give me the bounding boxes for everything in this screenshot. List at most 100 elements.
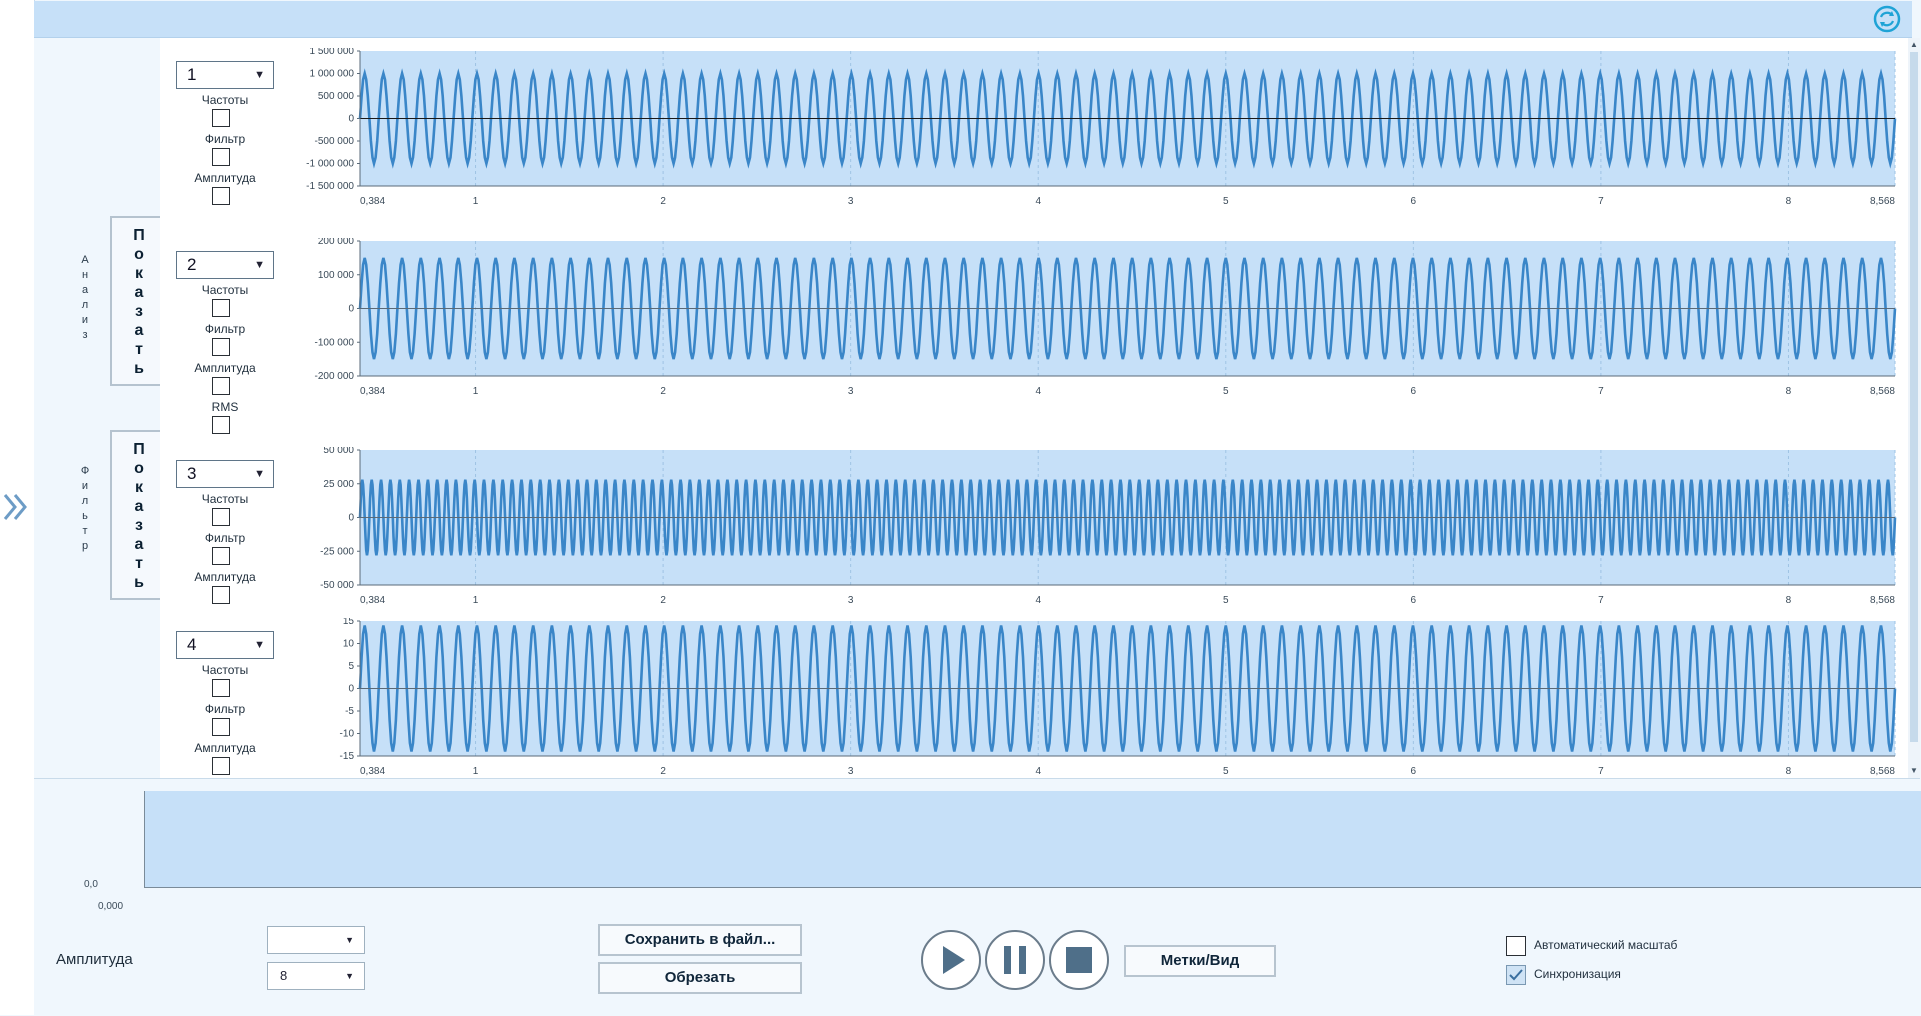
y-tick-label: 5: [348, 661, 354, 672]
x-tick-label: 2: [660, 196, 666, 207]
checkmark-icon: [1509, 969, 1523, 981]
y-tick-label: -500 000: [315, 136, 355, 147]
x-tick-label: 5: [1223, 196, 1229, 207]
auto-scale-label: Автоматический масштаб: [1534, 938, 1678, 952]
channel-chart-4[interactable]: 0,384 1 2 3 4 5 6 7 8 8,568 15 10 5 0 -5 -10 -15: [160, 618, 1908, 778]
double-chevron-right-icon[interactable]: [2, 492, 30, 522]
channel-chart-1[interactable]: 0,384 1 2 3 4 5 6 7 8 8,568 1 500 000 1 000 000 500 …: [160, 48, 1908, 218]
amplitude-dropdown-1[interactable]: ▼: [267, 926, 365, 954]
y-tick-label: 15: [343, 618, 355, 627]
x-tick-label: 6: [1411, 766, 1417, 777]
y-tick-label: -200 000: [315, 371, 355, 382]
x-tick-label: 4: [1035, 386, 1041, 397]
sync-checkbox[interactable]: [1506, 965, 1526, 985]
save-to-file-button[interactable]: Сохранить в файл...: [598, 924, 802, 956]
x-tick-label: 0,384: [360, 766, 385, 777]
x-tick-label: 5: [1223, 386, 1229, 397]
x-tick-label: 3: [848, 386, 854, 397]
x-tick-label: 1: [473, 196, 479, 207]
x-tick-label: 3: [848, 595, 854, 606]
x-tick-label: 2: [660, 766, 666, 777]
y-tick-label: -1 500 000: [306, 181, 354, 192]
y-tick-label: 1 000 000: [310, 69, 355, 80]
y-tick-label: 200 000: [318, 238, 355, 247]
x-tick-label: 8: [1786, 196, 1792, 207]
x-tick-label: 8: [1786, 595, 1792, 606]
y-tick-label: -10: [340, 729, 355, 740]
trim-button[interactable]: Обрезать: [598, 962, 802, 994]
y-tick-label: 25 000: [323, 479, 354, 490]
y-tick-label: -15: [340, 751, 355, 762]
filter-label: Фильтр: [80, 465, 90, 552]
x-tick-label: 7: [1598, 196, 1604, 207]
y-tick-label: 0: [348, 684, 354, 695]
stop-button[interactable]: [1049, 930, 1109, 990]
x-tick-label: 2: [660, 386, 666, 397]
x-tick-label: 8: [1786, 766, 1792, 777]
vertical-scrollbar[interactable]: ▲ ▼: [1908, 38, 1920, 778]
scroll-thumb[interactable]: [1910, 52, 1918, 742]
x-tick-label: 5: [1223, 766, 1229, 777]
pause-icon: [1004, 946, 1026, 974]
y-tick-label: 0: [348, 304, 354, 315]
x-tick-label: 7: [1598, 386, 1604, 397]
overview-plot[interactable]: [144, 791, 1921, 888]
x-tick-label: 3: [848, 196, 854, 207]
amplitude-label: Амплитуда: [56, 951, 133, 968]
stop-icon: [1066, 947, 1092, 973]
scroll-up-icon[interactable]: ▲: [1908, 40, 1920, 50]
bottom-panel: 0,0 0,000 Амплитуда ▼ 8 ▼ Сохранить в фа…: [34, 778, 1921, 1016]
y-tick-label: -1 000 000: [306, 159, 354, 170]
x-tick-label: 0,384: [360, 595, 385, 606]
overview-y-tick: 0,0: [84, 879, 98, 890]
x-tick-label: 1: [473, 595, 479, 606]
x-tick-label: 8: [1786, 386, 1792, 397]
x-tick-label: 1: [473, 766, 479, 777]
play-button[interactable]: [921, 930, 981, 990]
x-tick-label: 4: [1035, 766, 1041, 777]
scroll-down-icon[interactable]: ▼: [1908, 766, 1920, 776]
y-tick-label: 50 000: [323, 447, 354, 456]
x-tick-label: 8,568: [1870, 595, 1895, 606]
y-tick-label: 1 500 000: [310, 48, 355, 57]
y-tick-label: 500 000: [318, 91, 355, 102]
analysis-label: Анализ: [81, 254, 89, 341]
side-panel: Анализ Показать Фильтр Показать: [34, 38, 168, 778]
x-tick-label: 8,568: [1870, 386, 1895, 397]
channel-list[interactable]: 1 ▼ Частоты Фильтр Амплитуда 0,384 1 2 3 4 5 6 7 8 8,5…: [160, 38, 1908, 778]
top-toolbar: [34, 1, 1912, 38]
sync-label: Синхронизация: [1534, 967, 1621, 981]
play-icon: [943, 946, 965, 974]
y-tick-label: -25 000: [320, 546, 354, 557]
x-tick-label: 7: [1598, 766, 1604, 777]
overview-x-tick: 0,000: [98, 901, 124, 912]
x-tick-label: 0,384: [360, 196, 385, 207]
y-tick-label: 100 000: [318, 270, 355, 281]
y-tick-label: 0: [348, 513, 354, 524]
x-tick-label: 0,384: [360, 386, 385, 397]
channel-chart-2[interactable]: 0,384 1 2 3 4 5 6 7 8 8,568 200 000 100 000 0 -100 00…: [160, 238, 1908, 408]
y-tick-label: -50 000: [320, 580, 354, 591]
x-tick-label: 5: [1223, 595, 1229, 606]
amplitude-dropdown-2[interactable]: 8 ▼: [267, 962, 365, 990]
y-tick-label: 10: [343, 639, 355, 650]
pause-button[interactable]: [985, 930, 1045, 990]
refresh-icon[interactable]: [1872, 4, 1902, 34]
x-tick-label: 4: [1035, 196, 1041, 207]
chevron-down-icon: ▼: [345, 935, 354, 945]
x-tick-label: 6: [1411, 595, 1417, 606]
dropdown-2-value: 8: [280, 968, 288, 983]
x-tick-label: 6: [1411, 386, 1417, 397]
x-tick-label: 7: [1598, 595, 1604, 606]
x-tick-label: 4: [1035, 595, 1041, 606]
channel-option-checkbox[interactable]: [212, 416, 230, 434]
x-tick-label: 1: [473, 386, 479, 397]
x-tick-label: 8,568: [1870, 766, 1895, 777]
x-tick-label: 6: [1411, 196, 1417, 207]
marks-view-button[interactable]: Метки/Вид: [1124, 945, 1276, 977]
auto-scale-checkbox[interactable]: [1506, 936, 1526, 956]
chevron-down-icon: ▼: [345, 971, 354, 981]
channel-chart-3[interactable]: 0,384 1 2 3 4 5 6 7 8 8,568 50 000 25 000 0 -25 000 -5…: [160, 447, 1908, 617]
y-tick-label: 0: [348, 114, 354, 125]
left-rail: [0, 0, 35, 1015]
